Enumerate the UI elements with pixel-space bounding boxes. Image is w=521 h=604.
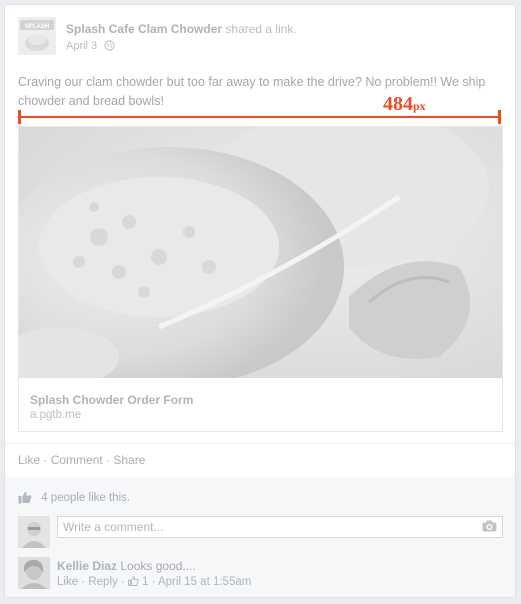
globe-icon[interactable] (104, 40, 115, 54)
comment-meta-separator: · (117, 576, 128, 588)
post-action-text: shared a link. (225, 22, 297, 36)
width-annotation-line (19, 116, 500, 118)
comment-like-link[interactable]: Like (57, 576, 78, 588)
like-link[interactable]: Like (18, 453, 40, 467)
width-annotation: 484px (16, 93, 506, 129)
post-card: SPLASH Splash Cafe Clam Chowder shared a… (4, 4, 516, 598)
comment-timestamp[interactable]: April 15 at 1:55am (158, 576, 251, 588)
width-annotation-label: 484px (383, 93, 426, 116)
thumbs-up-icon (18, 491, 32, 507)
comment-body: Kellie Diaz Looks good.... (57, 559, 196, 573)
post-actions: Like · Comment · Share (18, 453, 145, 467)
camera-icon[interactable] (482, 520, 497, 535)
likes-count-text[interactable]: 4 people like this. (41, 492, 130, 504)
post-header: Splash Cafe Clam Chowder shared a link. (66, 22, 297, 36)
link-preview-title[interactable]: Splash Chowder Order Form (30, 393, 193, 407)
link-preview-image[interactable] (19, 127, 502, 378)
width-annotation-right-tick (498, 110, 501, 124)
logo-text: SPLASH (25, 24, 49, 30)
comment-meta-separator: · (148, 576, 158, 588)
comment-meta-separator: · (78, 576, 89, 588)
actions-divider (5, 443, 515, 444)
page-name-link[interactable]: Splash Cafe Clam Chowder (66, 22, 222, 36)
post-date-row: April 3 (66, 40, 115, 54)
feedback-section: 4 people like this. Write a comment... K… (5, 477, 515, 597)
comment-author-link[interactable]: Kellie Diaz (57, 559, 117, 573)
comment-box[interactable] (57, 516, 503, 538)
comment-like-count[interactable]: 1 (128, 576, 148, 588)
comment-link[interactable]: Comment (51, 453, 103, 467)
comment-text: Looks good.... (120, 559, 196, 573)
page-avatar[interactable]: SPLASH (18, 17, 56, 55)
likes-summary: 4 people like this. (18, 491, 130, 507)
comment-meta: Like · Reply · 1 · April 15 at 1:55am (57, 576, 251, 588)
width-annotation-value: 484 (383, 93, 413, 115)
actions-separator: · (40, 453, 51, 467)
commenter-avatar[interactable] (18, 557, 50, 589)
share-link[interactable]: Share (113, 453, 145, 467)
actions-separator: · (102, 453, 114, 467)
current-user-avatar (18, 516, 50, 548)
link-preview[interactable]: Splash Chowder Order Form a.pgtb.me (18, 126, 503, 432)
page-logo: SPLASH (18, 17, 56, 55)
comment-reply-link[interactable]: Reply (88, 576, 117, 588)
post-date[interactable]: April 3 (66, 40, 97, 52)
comment-input[interactable] (58, 517, 463, 537)
thumbs-up-icon (128, 576, 139, 586)
width-annotation-unit: px (413, 99, 426, 113)
link-preview-domain: a.pgtb.me (30, 409, 82, 421)
